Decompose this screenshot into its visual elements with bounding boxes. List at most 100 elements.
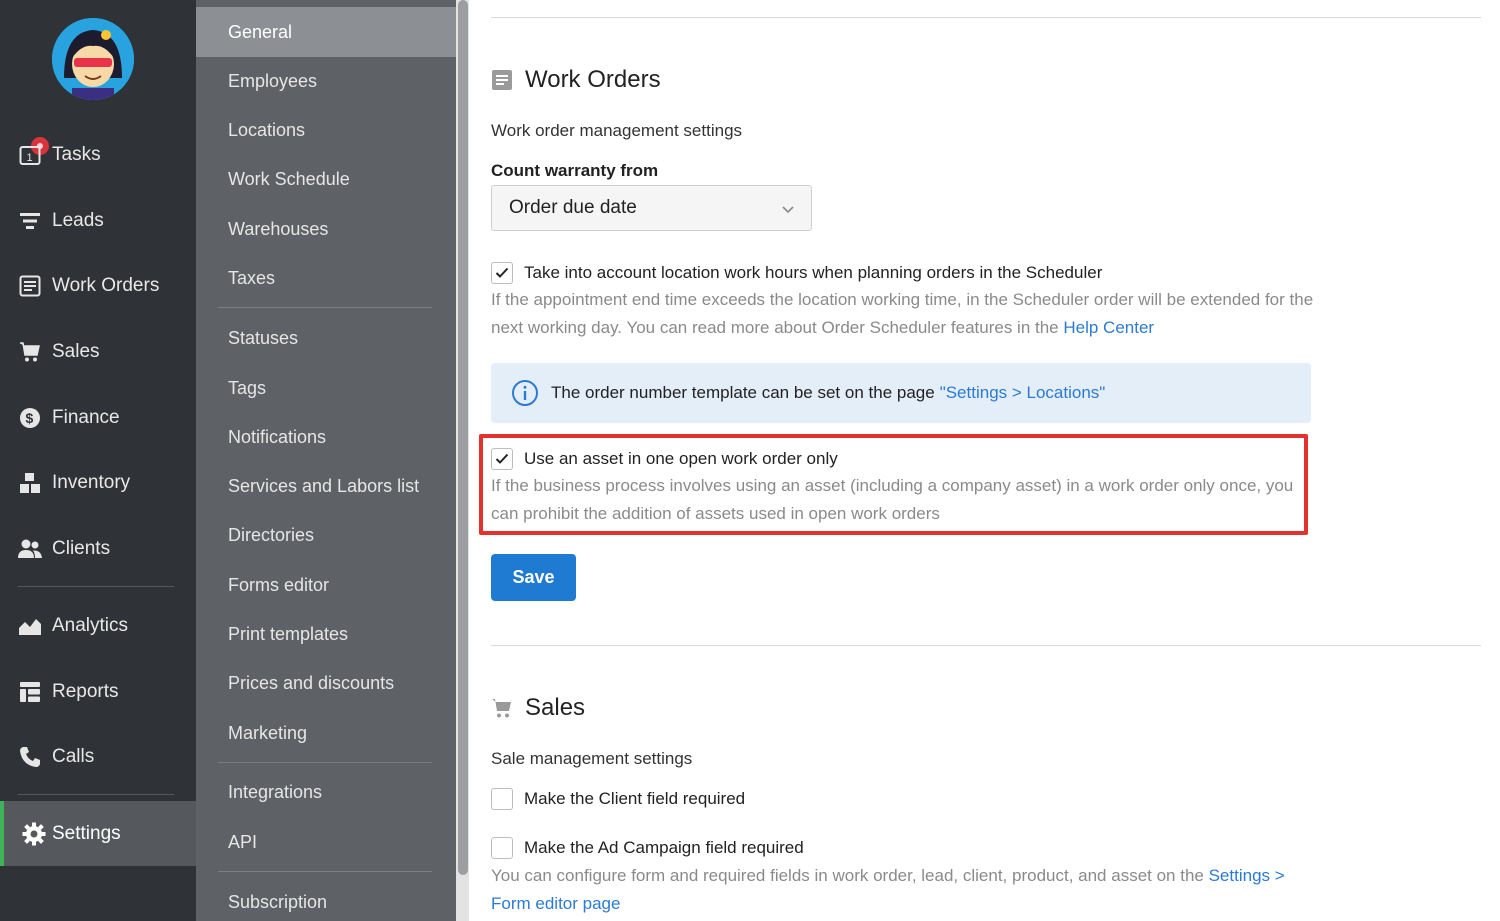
checkmark-icon bbox=[495, 267, 509, 278]
nav-item-label: Clients bbox=[52, 538, 111, 559]
tasks-icon: 1 bbox=[18, 143, 42, 167]
count-warranty-label: Count warranty from bbox=[491, 161, 659, 180]
nav-item-reports[interactable]: Reports bbox=[0, 667, 196, 717]
phone-icon bbox=[18, 745, 42, 769]
subnav-item-notifications[interactable]: Notifications bbox=[196, 412, 456, 462]
count-warranty-select[interactable]: Order due date bbox=[491, 185, 812, 231]
location-hours-checkbox[interactable] bbox=[491, 262, 513, 284]
main-sidebar: 1 Tasks Leads Work Orders Sales $ Financ… bbox=[0, 0, 196, 921]
subnav-item-print-templates[interactable]: Print templates bbox=[196, 609, 456, 659]
nav-item-label: Calls bbox=[52, 746, 95, 767]
nav-item-sales[interactable]: Sales bbox=[0, 327, 196, 377]
nav-item-leads[interactable]: Leads bbox=[0, 196, 196, 246]
location-hours-label: Take into account location work hours wh… bbox=[524, 263, 1103, 282]
subnav-divider bbox=[218, 307, 432, 308]
table-icon bbox=[18, 680, 42, 704]
work-orders-subtitle: Work order management settings bbox=[491, 121, 743, 140]
chevron-down-icon bbox=[781, 200, 795, 222]
ad-campaign-required-row: Make the Ad Campaign field required bbox=[491, 837, 804, 859]
nav-item-calls[interactable]: Calls bbox=[0, 732, 196, 782]
nav-item-label: Sales bbox=[52, 341, 100, 362]
subnav-divider bbox=[218, 871, 432, 872]
nav-item-label: Analytics bbox=[52, 615, 129, 636]
nav-item-label: Inventory bbox=[52, 472, 131, 493]
settings-subnav: General Employees Locations Work Schedul… bbox=[196, 0, 456, 921]
nav-item-label: Finance bbox=[52, 407, 120, 428]
client-required-checkbox[interactable] bbox=[491, 788, 513, 810]
order-number-info-banner: The order number template can be set on … bbox=[491, 363, 1311, 423]
subnav-item-prices[interactable]: Prices and discounts bbox=[196, 658, 456, 708]
subnav-item-tags[interactable]: Tags bbox=[196, 363, 456, 413]
nav-item-clients[interactable]: Clients bbox=[0, 524, 196, 574]
sales-subtitle: Sale management settings bbox=[491, 749, 693, 768]
nav-divider bbox=[18, 586, 174, 587]
svg-text:$: $ bbox=[26, 410, 34, 426]
asset-once-label: Use an asset in one open work order only bbox=[524, 449, 838, 468]
subnav-item-statuses[interactable]: Statuses bbox=[196, 313, 456, 363]
subnav-item-employees[interactable]: Employees bbox=[196, 56, 456, 106]
work-order-icon bbox=[491, 69, 513, 91]
ad-campaign-helper-text: You can configure form and required fiel… bbox=[491, 866, 1204, 885]
asset-once-helper: If the business process involves using a… bbox=[491, 476, 1294, 523]
subnav-item-integrations[interactable]: Integrations bbox=[196, 767, 456, 817]
asset-once-row: Use an asset in one open work order only bbox=[491, 448, 838, 470]
sales-title: Sales bbox=[525, 694, 586, 721]
nav-item-label: Work Orders bbox=[52, 275, 160, 296]
gear-icon bbox=[22, 822, 46, 846]
location-hours-helper: If the appointment end time exceeds the … bbox=[491, 286, 1321, 341]
subnav-item-forms-editor[interactable]: Forms editor bbox=[196, 560, 456, 610]
settings-locations-link[interactable]: "Settings > Locations" bbox=[940, 383, 1106, 403]
location-hours-row: Take into account location work hours wh… bbox=[491, 262, 1102, 284]
nav-item-label: Settings bbox=[52, 822, 121, 844]
info-icon bbox=[511, 379, 539, 407]
nav-item-label: Reports bbox=[52, 681, 119, 702]
nav-item-label: Leads bbox=[52, 210, 104, 231]
filter-icon bbox=[18, 209, 42, 233]
nav-item-settings[interactable]: Settings bbox=[0, 801, 196, 866]
cart-icon bbox=[18, 340, 42, 364]
subnav-item-general[interactable]: General bbox=[196, 7, 456, 57]
dollar-icon: $ bbox=[18, 406, 42, 430]
settings-content: Work Orders Work order management settin… bbox=[469, 0, 1500, 921]
subnav-item-taxes[interactable]: Taxes bbox=[196, 253, 456, 303]
nav-item-label: Tasks bbox=[52, 144, 101, 165]
subnav-item-marketing[interactable]: Marketing bbox=[196, 708, 456, 758]
subnav-item-locations[interactable]: Locations bbox=[196, 105, 456, 155]
subnav-item-subscription[interactable]: Subscription bbox=[196, 877, 456, 921]
save-button[interactable]: Save bbox=[491, 554, 576, 601]
location-hours-helper-text: If the appointment end time exceeds the … bbox=[491, 290, 1314, 337]
ad-campaign-helper: You can configure form and required fiel… bbox=[491, 862, 1311, 917]
nav-item-work-orders[interactable]: Work Orders bbox=[0, 261, 196, 311]
ad-campaign-required-checkbox[interactable] bbox=[491, 837, 513, 859]
nav-item-tasks[interactable]: 1 Tasks bbox=[0, 130, 196, 180]
client-required-row: Make the Client field required bbox=[491, 788, 745, 810]
app: 1 Tasks Leads Work Orders Sales $ Financ… bbox=[0, 0, 1500, 921]
analytics-icon bbox=[18, 614, 42, 638]
work-order-icon bbox=[18, 274, 42, 298]
subnav-divider bbox=[218, 762, 432, 763]
nav-item-analytics[interactable]: Analytics bbox=[0, 601, 196, 651]
ad-campaign-required-label: Make the Ad Campaign field required bbox=[524, 838, 804, 857]
subnav-scrollbar-thumb[interactable] bbox=[458, 0, 468, 875]
users-icon bbox=[18, 537, 42, 561]
tasks-badge-count: 1 bbox=[27, 152, 33, 164]
work-orders-heading: Work Orders bbox=[491, 66, 661, 94]
subnav-item-work-schedule[interactable]: Work Schedule bbox=[196, 154, 456, 204]
asset-once-checkbox[interactable] bbox=[491, 448, 513, 470]
client-required-label: Make the Client field required bbox=[524, 789, 746, 808]
nav-item-finance[interactable]: $ Finance bbox=[0, 393, 196, 443]
section-divider bbox=[491, 17, 1481, 18]
nav-item-inventory[interactable]: Inventory bbox=[0, 458, 196, 508]
help-center-link[interactable]: Help Center bbox=[1063, 318, 1154, 337]
work-orders-title: Work Orders bbox=[525, 66, 661, 93]
subnav-item-api[interactable]: API bbox=[196, 817, 456, 867]
sales-heading: Sales bbox=[491, 694, 585, 722]
info-text: The order number template can be set on … bbox=[551, 383, 935, 402]
subnav-item-warehouses[interactable]: Warehouses bbox=[196, 204, 456, 254]
nav-divider bbox=[18, 794, 174, 795]
subnav-item-directories[interactable]: Directories bbox=[196, 510, 456, 560]
section-divider bbox=[491, 645, 1481, 646]
subnav-item-services[interactable]: Services and Labors list bbox=[196, 461, 456, 511]
avatar[interactable] bbox=[52, 18, 134, 100]
checkmark-icon bbox=[495, 453, 509, 464]
